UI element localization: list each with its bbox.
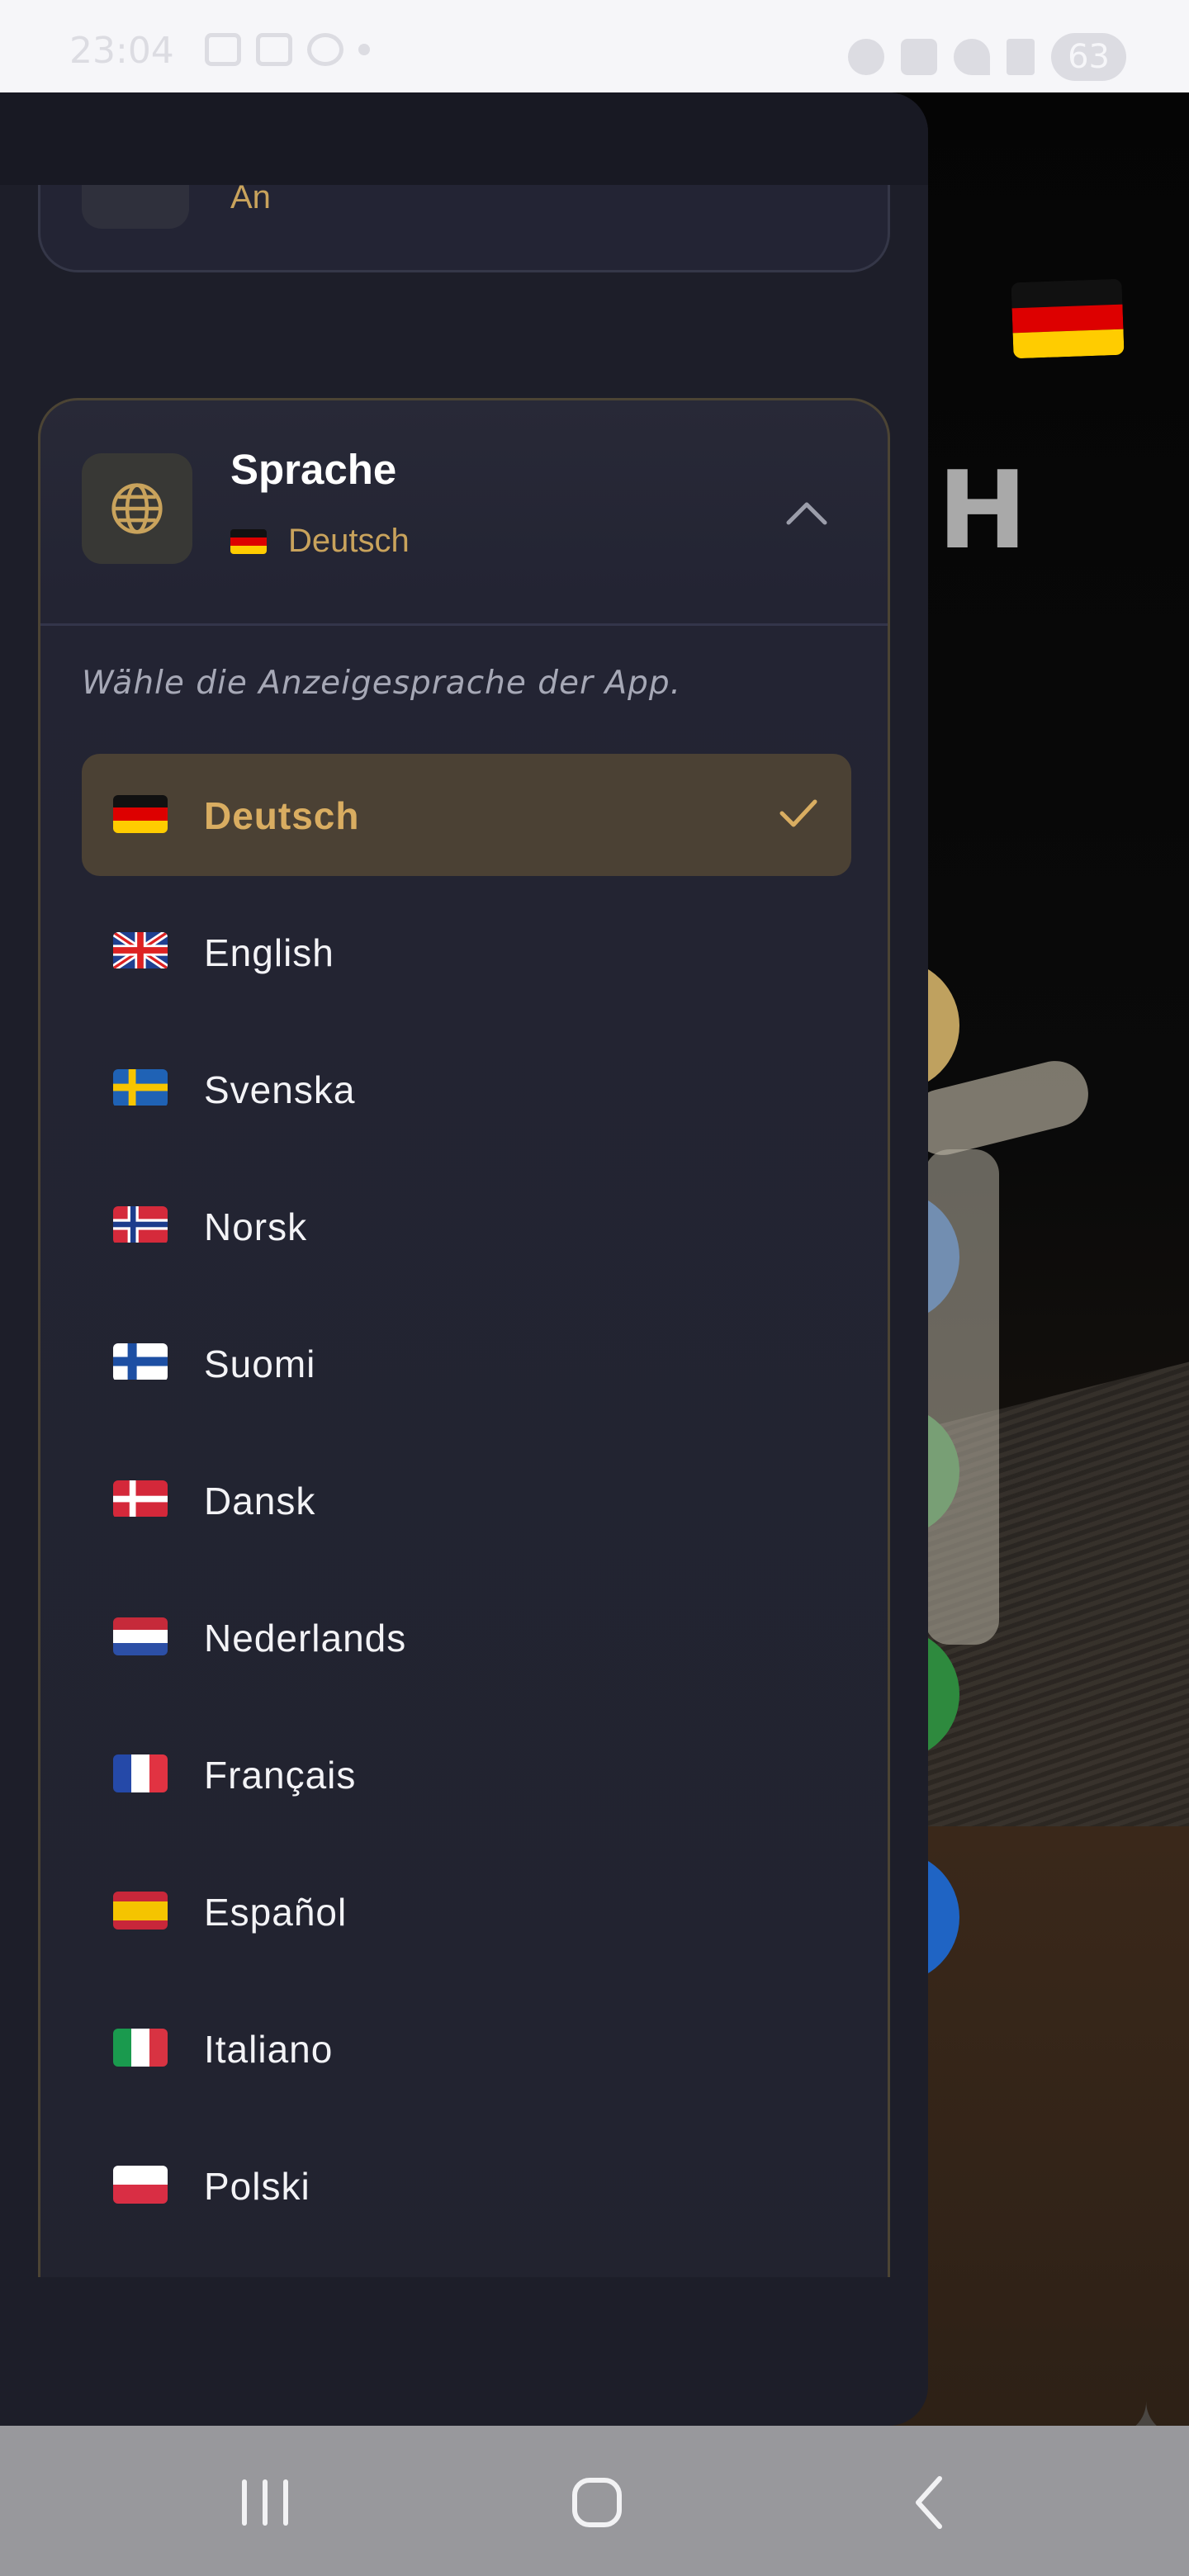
language-option-it[interactable]: Italiano xyxy=(82,1987,851,2110)
home-icon[interactable] xyxy=(568,2474,626,2531)
language-list: Deutsch English Svenska Norsk Suomi Dansk Nede… xyxy=(82,754,851,2277)
language-option-label: English xyxy=(204,931,334,974)
wifi-icon xyxy=(954,39,991,75)
sparkle-icon: ✦ xyxy=(1108,2384,1184,2426)
back-icon[interactable] xyxy=(902,2474,959,2531)
globe-icon xyxy=(82,453,192,564)
language-option-label: Español xyxy=(204,1891,348,1934)
nl-flag-icon xyxy=(113,1617,168,1655)
previous-setting-value: An xyxy=(230,185,271,215)
language-option-label: Suomi xyxy=(204,1342,316,1385)
de-flag-icon[interactable] xyxy=(1011,278,1125,359)
mute-icon xyxy=(901,39,938,75)
it-flag-icon xyxy=(113,2029,168,2067)
drawer-scroll-area[interactable]: An Sprache Deutsch Wähle die Anzeigespra… xyxy=(0,185,928,2277)
chevron-up-icon[interactable] xyxy=(782,496,831,529)
gmail-icon xyxy=(256,33,292,66)
language-option-es[interactable]: Español xyxy=(82,1850,851,1972)
dnd-icon xyxy=(848,39,885,75)
language-option-label: Norsk xyxy=(204,1205,308,1248)
battery-indicator: 63 xyxy=(1051,33,1126,81)
es-flag-icon xyxy=(113,1892,168,1930)
language-option-label: Français xyxy=(204,1754,357,1797)
language-option-gb[interactable]: English xyxy=(82,891,851,1013)
language-current: Deutsch xyxy=(230,523,410,560)
language-hint: Wähle die Anzeigesprache der App. xyxy=(82,665,682,702)
setting-icon xyxy=(82,185,189,229)
language-option-label: Polski xyxy=(204,2165,310,2208)
de-flag-icon xyxy=(113,795,168,833)
language-option-de[interactable]: Deutsch xyxy=(82,754,851,876)
language-option-dk[interactable]: Dansk xyxy=(82,1439,851,1561)
previous-setting-card[interactable]: An xyxy=(38,185,890,272)
language-option-label: Svenska xyxy=(204,1068,356,1111)
status-bar: 23:04 63 xyxy=(0,0,1189,92)
settings-drawer: An Sprache Deutsch Wähle die Anzeigespra… xyxy=(0,92,928,2426)
language-option-label: Nederlands xyxy=(204,1617,407,1660)
language-option-fi[interactable]: Suomi xyxy=(82,1302,851,1424)
language-option-label: Dansk xyxy=(204,1480,316,1522)
no-flag-icon xyxy=(113,1206,168,1244)
language-setting-card: Sprache Deutsch Wähle die Anzeigesprache… xyxy=(38,398,890,2277)
fi-flag-icon xyxy=(113,1343,168,1381)
gb-flag-icon xyxy=(113,932,168,970)
language-option-fr[interactable]: Français xyxy=(82,1713,851,1835)
pl-flag-icon xyxy=(113,2166,168,2204)
checkmark-icon xyxy=(779,799,817,827)
language-option-pl[interactable]: Polski xyxy=(82,2124,851,2247)
screenshot-icon xyxy=(205,33,241,66)
language-option-nl[interactable]: Nederlands xyxy=(82,1576,851,1698)
de-flag-icon xyxy=(230,528,267,554)
navigation-bar xyxy=(0,2426,1189,2576)
language-option-se[interactable]: Svenska xyxy=(82,1028,851,1150)
language-option-no[interactable]: Norsk xyxy=(82,1165,851,1287)
signal-icon xyxy=(1007,39,1035,75)
language-setting-title: Sprache xyxy=(230,446,397,493)
dot-icon xyxy=(358,44,370,55)
fencer-body xyxy=(925,1149,999,1645)
se-flag-icon xyxy=(113,1069,168,1107)
dk-flag-icon xyxy=(113,1480,168,1518)
language-option-hu[interactable]: Magyar xyxy=(82,2261,851,2277)
drawer-header xyxy=(0,92,928,185)
language-current-value: Deutsch xyxy=(288,523,410,559)
fr-flag-icon xyxy=(113,1754,168,1792)
language-option-label: Italiano xyxy=(204,2028,334,2071)
language-option-label: Deutsch xyxy=(204,794,360,837)
status-time: 23:04 xyxy=(69,30,174,72)
google-icon xyxy=(307,33,343,66)
language-setting-header[interactable]: Sprache Deutsch xyxy=(40,400,888,623)
divider xyxy=(40,623,888,626)
recent-apps-icon[interactable] xyxy=(236,2474,294,2531)
